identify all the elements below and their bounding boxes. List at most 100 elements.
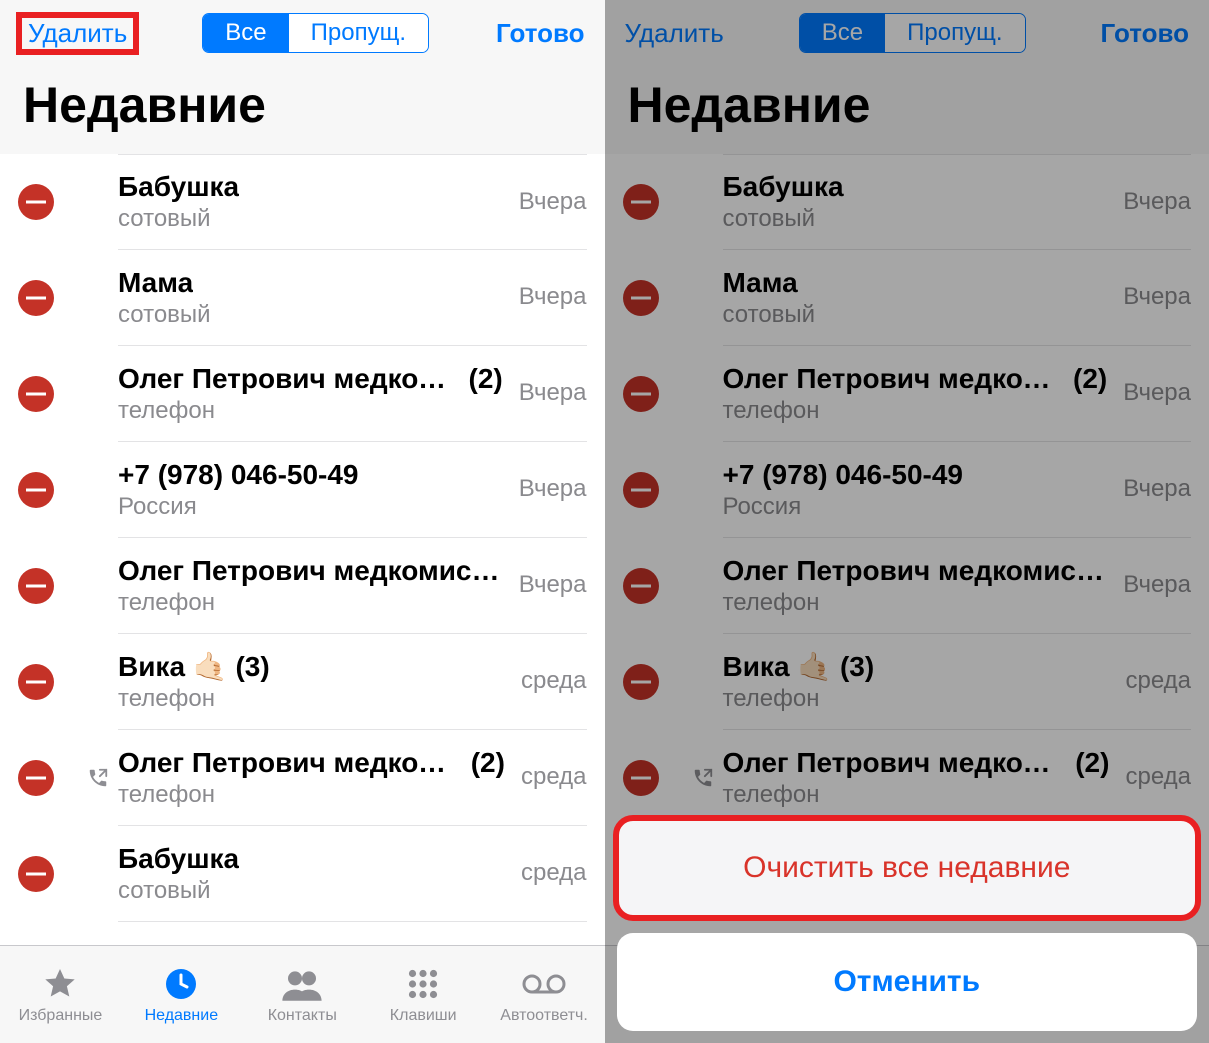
call-row[interactable]: Олег Петрович медком…(2)телефонсреда bbox=[0, 730, 605, 826]
call-subtitle: телефон bbox=[118, 589, 503, 617]
call-info: Мамасотовый bbox=[723, 250, 1118, 346]
call-subtitle: сотовый bbox=[118, 205, 503, 233]
call-count: (2) bbox=[1075, 747, 1109, 779]
segment-missed[interactable]: Пропущ. bbox=[289, 14, 428, 52]
call-row[interactable]: МамасотовыйВчера bbox=[605, 250, 1209, 346]
delete-minus-icon[interactable] bbox=[623, 280, 659, 316]
header: Удалить Все Пропущ. Готово Недавние bbox=[0, 0, 605, 154]
call-time: среда bbox=[521, 667, 587, 696]
call-info: Бабушкасотовый bbox=[118, 154, 513, 250]
delete-minus-icon[interactable] bbox=[18, 760, 54, 796]
delete-minus-icon[interactable] bbox=[18, 856, 54, 892]
call-row[interactable]: Олег Петрович медкомисс…телефонВчера bbox=[605, 538, 1209, 634]
call-time: Вчера bbox=[519, 475, 587, 504]
call-time: среда bbox=[1125, 763, 1191, 792]
cancel-button[interactable]: Отменить bbox=[617, 933, 1198, 1031]
tab-label: Избранные bbox=[19, 1007, 103, 1025]
contact-name: Бабушка bbox=[118, 171, 239, 203]
segment-all[interactable]: Все bbox=[800, 14, 885, 52]
delete-minus-icon[interactable] bbox=[623, 760, 659, 796]
call-count: (2) bbox=[471, 747, 505, 779]
delete-minus-icon[interactable] bbox=[18, 568, 54, 604]
call-time: Вчера bbox=[1123, 571, 1191, 600]
delete-minus-icon[interactable] bbox=[623, 184, 659, 220]
delete-button[interactable]: Удалить bbox=[625, 18, 724, 49]
tab-label: Недавние bbox=[145, 1007, 219, 1025]
segmented-control: Все Пропущ. bbox=[202, 13, 429, 53]
tab-voicemail[interactable]: Автоответч. bbox=[484, 946, 605, 1043]
segment-all[interactable]: Все bbox=[203, 14, 288, 52]
tab-keypad[interactable]: Клавиши bbox=[363, 946, 484, 1043]
call-row[interactable]: Олег Петрович медком…(2)телефонВчера bbox=[0, 346, 605, 442]
delete-minus-icon[interactable] bbox=[623, 376, 659, 412]
delete-minus-icon[interactable] bbox=[623, 664, 659, 700]
contact-name: Олег Петрович медкомисс… bbox=[723, 555, 1108, 587]
call-row[interactable]: +7 (978) 046-50-49РоссияВчера bbox=[605, 442, 1209, 538]
contact-name: Олег Петрович медком… bbox=[723, 363, 1058, 395]
call-info: Бабушкасотовый bbox=[118, 826, 515, 922]
contact-name: Олег Петрович медком… bbox=[723, 747, 1060, 779]
call-row[interactable]: Олег Петрович медком…(2)телефонсреда bbox=[605, 730, 1209, 826]
tab-recents[interactable]: Недавние bbox=[121, 946, 242, 1043]
voicemail-icon bbox=[522, 965, 566, 1003]
call-info: Олег Петрович медкомисс…телефон bbox=[723, 538, 1118, 634]
contact-name: Мама bbox=[118, 267, 193, 299]
call-subtitle: сотовый bbox=[723, 301, 1108, 329]
tab-favorites[interactable]: Избранные bbox=[0, 946, 121, 1043]
tab-label: Клавиши bbox=[390, 1007, 457, 1025]
done-button[interactable]: Готово bbox=[496, 18, 584, 49]
call-time: Вчера bbox=[519, 571, 587, 600]
call-info: Олег Петрович медкомисс…телефон bbox=[118, 538, 513, 634]
segment-missed[interactable]: Пропущ. bbox=[885, 14, 1024, 52]
call-row[interactable]: Олег Петрович медкомисс…телефонВчера bbox=[0, 538, 605, 634]
contact-name: +7 (978) 046-50-49 bbox=[723, 459, 964, 491]
delete-minus-icon[interactable] bbox=[18, 472, 54, 508]
call-subtitle: сотовый bbox=[118, 301, 503, 329]
recents-list: БабушкасотовыйВчераМамасотовыйВчераОлег … bbox=[0, 154, 605, 945]
outgoing-call-icon bbox=[84, 767, 112, 789]
action-sheet: Очистить все недавние Отменить bbox=[617, 819, 1198, 1031]
contact-name: Олег Петрович медкомисс… bbox=[118, 555, 503, 587]
delete-minus-icon[interactable] bbox=[18, 280, 54, 316]
call-row[interactable]: БабушкасотовыйВчера bbox=[0, 154, 605, 250]
call-count: (2) bbox=[1073, 363, 1107, 395]
call-subtitle: сотовый bbox=[723, 205, 1108, 233]
call-row[interactable]: Вика 🤙🏻 (3)телефонсреда bbox=[0, 634, 605, 730]
delete-minus-icon[interactable] bbox=[18, 376, 54, 412]
call-info: Вика 🤙🏻 (3)телефон bbox=[118, 634, 515, 730]
call-subtitle: сотовый bbox=[118, 877, 505, 905]
call-time: Вчера bbox=[519, 188, 587, 217]
delete-minus-icon[interactable] bbox=[623, 472, 659, 508]
header: Удалить Все Пропущ. Готово Недавние bbox=[605, 0, 1209, 154]
clock-icon bbox=[163, 965, 199, 1003]
call-row[interactable]: Вика 🤙🏻 (3)телефонсреда bbox=[605, 634, 1209, 730]
call-time: Вчера bbox=[1123, 283, 1191, 312]
delete-minus-icon[interactable] bbox=[18, 664, 54, 700]
call-subtitle: телефон bbox=[118, 781, 505, 809]
call-info: Мамасотовый bbox=[118, 250, 513, 346]
delete-button[interactable]: Удалить bbox=[20, 16, 135, 51]
call-time: среда bbox=[1125, 667, 1191, 696]
contact-name: +7 (978) 046-50-49 bbox=[118, 459, 359, 491]
call-info: Олег Петрович медком…(2)телефон bbox=[118, 730, 515, 826]
contact-name: Вика 🤙🏻 (3) bbox=[118, 650, 270, 683]
tab-contacts[interactable]: Контакты bbox=[242, 946, 363, 1043]
call-count: (2) bbox=[469, 363, 503, 395]
contacts-icon bbox=[281, 965, 323, 1003]
call-row[interactable]: БабушкасотовыйВчера bbox=[605, 154, 1209, 250]
delete-minus-icon[interactable] bbox=[623, 568, 659, 604]
keypad-icon bbox=[405, 965, 441, 1003]
call-row[interactable]: +7 (978) 046-50-49Россия Вчера bbox=[0, 442, 605, 538]
call-subtitle: Россия bbox=[723, 493, 1108, 521]
call-row[interactable]: Бабушкасотовыйсреда bbox=[0, 826, 605, 922]
delete-minus-icon[interactable] bbox=[18, 184, 54, 220]
call-subtitle: телефон bbox=[723, 685, 1110, 713]
call-row[interactable]: МамасотовыйВчера bbox=[0, 250, 605, 346]
call-subtitle: Россия bbox=[118, 493, 503, 521]
clear-all-recents-button[interactable]: Очистить все недавние bbox=[617, 819, 1198, 917]
call-row[interactable]: Олег Петрович медком…(2)телефонВчера bbox=[605, 346, 1209, 442]
tab-label: Автоответч. bbox=[500, 1007, 588, 1025]
segmented-control: Все Пропущ. bbox=[799, 13, 1026, 53]
done-button[interactable]: Готово bbox=[1101, 18, 1189, 49]
call-subtitle: телефон bbox=[118, 397, 503, 425]
